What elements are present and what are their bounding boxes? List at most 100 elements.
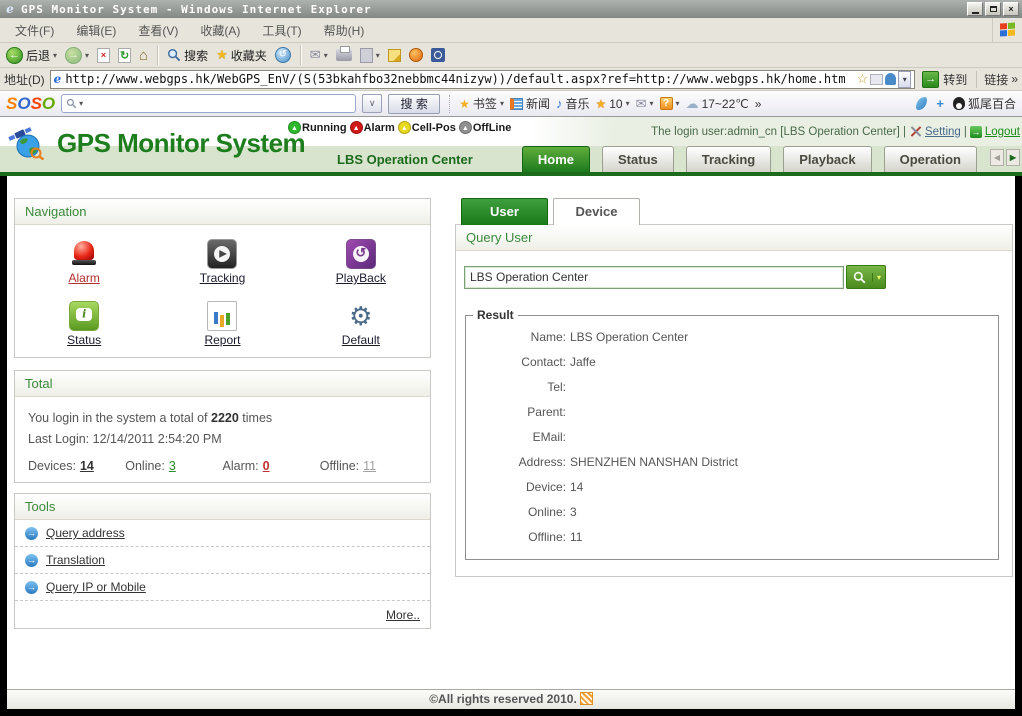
mail-button[interactable]: ✉ ▾ <box>308 47 330 63</box>
status-info-icon[interactable] <box>69 301 99 331</box>
tab-user[interactable]: User <box>461 198 548 225</box>
logout-link[interactable]: Logout <box>985 126 1020 138</box>
default-gear-icon[interactable]: ⚙ <box>346 301 376 331</box>
search-dropdown-icon[interactable]: ▾ <box>872 273 885 282</box>
history-button[interactable]: ↺ <box>273 47 293 63</box>
wing-icon[interactable] <box>916 97 927 110</box>
menu-edit[interactable]: 编辑(E) <box>65 19 127 42</box>
soso-overflow-button[interactable]: » <box>755 97 762 111</box>
menu-favorites[interactable]: 收藏(A) <box>189 19 251 42</box>
bookmarks-dropdown-icon[interactable]: ▾ <box>500 99 504 108</box>
print-button[interactable] <box>334 49 354 61</box>
alert-dropdown-icon[interactable]: ▾ <box>626 99 630 108</box>
favorites-button[interactable]: ★ 收藏夹 <box>214 47 269 64</box>
nav-item-alarm[interactable]: Alarm <box>15 231 153 293</box>
soso-bookmarks-button[interactable]: ★ 书签 ▾ <box>459 95 504 112</box>
menu-view[interactable]: 查看(V) <box>127 19 189 42</box>
devices-count-link[interactable]: 14 <box>80 459 94 473</box>
tool-translation[interactable]: → Translation <box>15 547 430 574</box>
soso-search-button[interactable]: 搜 索 <box>388 94 440 114</box>
stop-button[interactable]: × <box>95 48 112 63</box>
tab-playback[interactable]: Playback <box>783 146 871 172</box>
playback-clock-icon[interactable] <box>346 239 376 269</box>
home-button[interactable]: ⌂ <box>137 47 150 64</box>
suggest-icon[interactable] <box>885 73 896 85</box>
messenger-button[interactable] <box>407 48 425 62</box>
soso-account-button[interactable]: 狐尾百合 <box>953 95 1016 112</box>
more-link[interactable]: More.. <box>386 608 420 622</box>
nav-item-playback[interactable]: PlayBack <box>292 231 430 293</box>
tab-status[interactable]: Status <box>602 146 674 172</box>
alarm-count-link[interactable]: 0 <box>263 459 270 473</box>
page-dropdown-icon[interactable]: ▾ <box>376 51 380 60</box>
setting-link[interactable]: Setting <box>925 126 961 138</box>
nav-item-tracking[interactable]: Tracking <box>153 231 291 293</box>
search-button[interactable]: 搜索 <box>165 47 210 64</box>
soso-news-button[interactable]: 新闻 <box>510 95 550 112</box>
address-dropdown[interactable]: ▾ <box>898 71 911 88</box>
minimize-button[interactable] <box>967 2 983 16</box>
nav-item-report[interactable]: Report <box>153 293 291 355</box>
links-button[interactable]: 链接 » <box>976 71 1018 88</box>
tab-device[interactable]: Device <box>553 198 640 225</box>
soso-mail-dropdown-icon[interactable]: ▾ <box>650 99 654 108</box>
address-url[interactable]: http://www.webgps.hk/WebGPS_EnV/(S(53bka… <box>65 72 852 86</box>
weather-text: 17~22℃ <box>702 97 749 111</box>
query-search-button[interactable]: ▾ <box>846 265 886 289</box>
account-name: 狐尾百合 <box>968 95 1016 112</box>
page-edit-button[interactable]: ▾ <box>358 48 382 63</box>
tracking-play-icon[interactable] <box>207 239 237 269</box>
news-icon <box>510 98 523 110</box>
tab-tracking[interactable]: Tracking <box>686 146 771 172</box>
address-input[interactable]: e http://www.webgps.hk/WebGPS_EnV/(S(53b… <box>50 70 916 89</box>
forward-icon: → <box>65 47 82 64</box>
soso-scope-dropdown-icon[interactable]: ▾ <box>79 99 83 108</box>
query-user-input[interactable] <box>464 266 844 289</box>
soso-alert-button[interactable]: ★ 10 ▾ <box>595 97 629 111</box>
close-button[interactable]: × <box>1003 2 1019 16</box>
mail-icon: ✉ <box>310 47 321 63</box>
refresh-button[interactable]: ↻ <box>116 48 133 63</box>
report-chart-icon[interactable] <box>207 301 237 331</box>
result-row-tel: Tel: <box>466 374 998 399</box>
online-count-link[interactable]: 3 <box>169 459 176 473</box>
snapshot-icon[interactable] <box>870 74 883 85</box>
research-button[interactable] <box>429 48 447 62</box>
menu-file[interactable]: 文件(F) <box>4 19 65 42</box>
nav-item-default[interactable]: ⚙ Default <box>292 293 430 355</box>
tab-home[interactable]: Home <box>522 146 590 172</box>
tool-query-address[interactable]: → Query address <box>15 520 430 547</box>
menu-tools[interactable]: 工具(T) <box>251 19 312 42</box>
soso-expand-button[interactable]: ∨ <box>362 94 382 113</box>
total-panel: Total You login in the system a total of… <box>14 370 431 483</box>
print-icon <box>336 49 352 61</box>
plus-icon[interactable]: + <box>936 96 944 111</box>
last-login-line: Last Login: 12/14/2011 2:54:20 PM <box>28 432 417 446</box>
soso-weather-button[interactable]: ☁ 17~22℃ <box>686 96 749 112</box>
legend-alarm: ▲ Alarm <box>350 121 395 134</box>
offline-count-link[interactable]: 11 <box>363 459 376 473</box>
restore-button[interactable] <box>985 2 1001 16</box>
windows-logo <box>992 18 1022 42</box>
soso-help-button[interactable]: ? ▾ <box>660 97 680 110</box>
tabs-scroll-left-icon[interactable]: ◀ <box>990 149 1004 166</box>
notes-button[interactable] <box>386 49 403 62</box>
back-button[interactable]: ← 后退 ▾ <box>4 47 59 64</box>
go-button[interactable]: → 转到 <box>920 71 969 88</box>
tool-query-ip[interactable]: → Query IP or Mobile <box>15 574 430 601</box>
soso-logo[interactable]: SOSO <box>6 94 55 114</box>
history-icon: ↺ <box>275 47 291 63</box>
tabs-scroll-right-icon[interactable]: ▶ <box>1006 149 1020 166</box>
back-dropdown-icon[interactable]: ▾ <box>53 51 57 60</box>
menu-help[interactable]: 帮助(H) <box>313 19 376 42</box>
tab-operation[interactable]: Operation <box>884 146 977 172</box>
mail-dropdown-icon[interactable]: ▾ <box>324 51 328 60</box>
alarm-siren-icon[interactable] <box>69 239 99 269</box>
nav-item-status[interactable]: Status <box>15 293 153 355</box>
soso-music-button[interactable]: ♪ 音乐 <box>556 95 590 112</box>
soso-search-input[interactable]: ▾ <box>61 94 356 113</box>
help-dropdown-icon[interactable]: ▾ <box>676 99 680 108</box>
soso-mail-button[interactable]: ✉ ▾ <box>636 96 654 112</box>
forward-button[interactable]: → ▾ <box>63 47 91 64</box>
favorites-add-icon[interactable]: ☆ <box>857 71 869 87</box>
